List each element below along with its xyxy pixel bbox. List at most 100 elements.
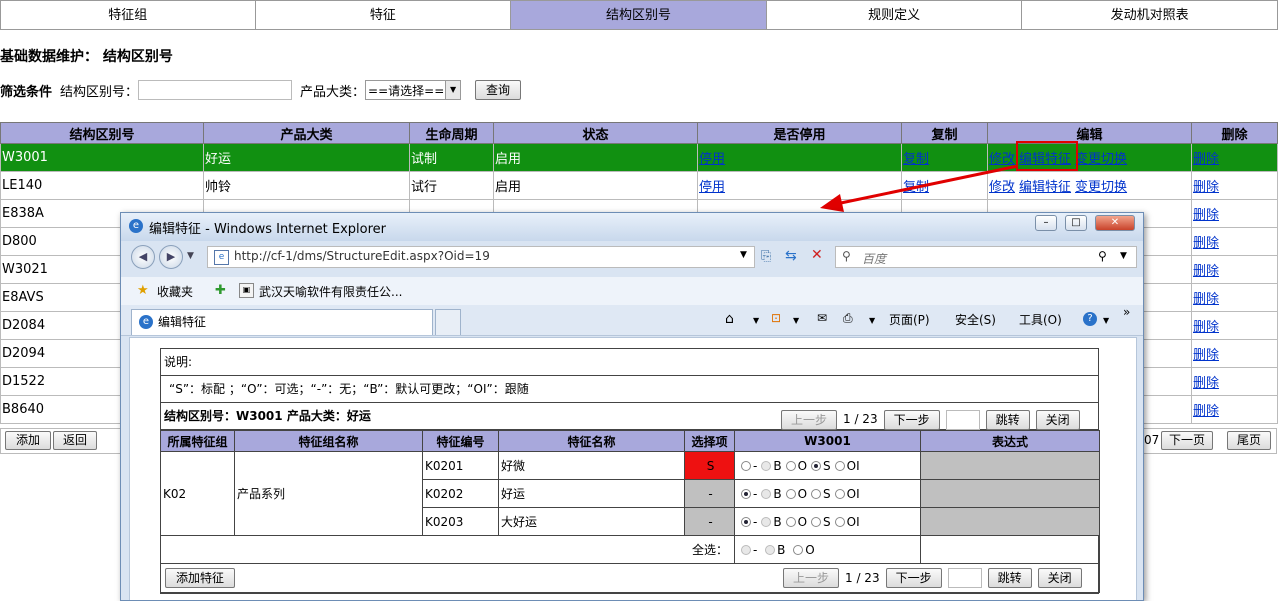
change-switch-link[interactable]: 变更切换: [1075, 180, 1127, 195]
product-category-select[interactable]: ==请选择== ▼: [365, 80, 462, 100]
radio-label: B: [773, 514, 782, 529]
feeds-dropdown-icon[interactable]: ▼: [793, 316, 799, 325]
disable-link[interactable]: 停用: [699, 180, 725, 195]
delete-link[interactable]: 删除: [1193, 404, 1219, 419]
table-row[interactable]: W3001 好运 试制 启用 停用 复制 修改 编辑特征 变更切换 删除: [0, 143, 1278, 172]
back-button[interactable]: 返回: [53, 431, 97, 450]
delete-link[interactable]: 删除: [1193, 320, 1219, 335]
jump-button[interactable]: 跳转: [987, 568, 1032, 588]
delete-link[interactable]: 删除: [1193, 292, 1219, 307]
radio-button[interactable]: [741, 460, 751, 471]
radio-button[interactable]: [741, 544, 751, 555]
address-bar[interactable]: e http://cf-1/dms/StructureEdit.aspx?Oid…: [207, 246, 755, 268]
tab-feature-group[interactable]: 特征组: [0, 0, 256, 30]
col-feature-code: 特征编号: [422, 430, 499, 452]
delete-link[interactable]: 删除: [1193, 236, 1219, 251]
tab-rule-definition[interactable]: 规则定义: [766, 0, 1023, 30]
radio-button[interactable]: [785, 488, 796, 499]
cell-code: W3001: [0, 143, 204, 172]
close-icon[interactable]: ✕: [1095, 215, 1135, 231]
close-button[interactable]: 关闭: [1037, 568, 1082, 588]
jump-page-input[interactable]: [945, 409, 980, 430]
home-dropdown-icon[interactable]: ▼: [753, 316, 759, 325]
prev-step-button[interactable]: 上一步: [783, 568, 839, 588]
expression-cell[interactable]: [920, 507, 1100, 536]
table-row[interactable]: LE140 帅铃 试行 启用 停用 复制 修改编辑特征变更切换 删除: [0, 171, 1278, 200]
structure-code-input[interactable]: [138, 80, 293, 100]
delete-link[interactable]: 删除: [1193, 180, 1219, 195]
radio-button[interactable]: [761, 488, 772, 499]
more-commands-icon[interactable]: »: [1123, 305, 1130, 319]
add-feature-button[interactable]: 添加特征: [165, 568, 235, 588]
radio-label: O: [797, 514, 808, 529]
col-feature-name: 特征名称: [498, 430, 685, 452]
jump-button[interactable]: 跳转: [985, 409, 1030, 430]
prev-step-button[interactable]: 上一步: [781, 409, 837, 430]
mail-icon[interactable]: ✉: [817, 311, 827, 325]
print-dropdown-icon[interactable]: ▼: [869, 316, 875, 325]
add-button[interactable]: 添加: [5, 431, 51, 450]
forward-icon[interactable]: ▶: [159, 245, 183, 269]
table-header: 结构区别号 产品大类 生命周期 状态 是否停用 复制 编辑 删除: [0, 122, 1278, 144]
home-icon[interactable]: ⌂: [725, 311, 734, 327]
radio-button[interactable]: [834, 460, 845, 471]
next-page-button[interactable]: 下一页: [1161, 431, 1213, 450]
radio-button[interactable]: [761, 460, 772, 471]
radio-button[interactable]: [811, 516, 822, 527]
jump-page-input[interactable]: [947, 568, 982, 588]
delete-link[interactable]: 删除: [1193, 376, 1219, 391]
tab-structure-code[interactable]: 结构区别号: [511, 0, 767, 30]
delete-link[interactable]: 删除: [1193, 208, 1219, 223]
radio-button[interactable]: [761, 516, 772, 527]
last-page-button[interactable]: 尾页: [1227, 431, 1271, 450]
radio-button[interactable]: [793, 544, 804, 555]
delete-link[interactable]: 删除: [1193, 264, 1219, 279]
radio-button[interactable]: [785, 460, 796, 471]
stop-icon[interactable]: ✕: [811, 247, 823, 263]
delete-link[interactable]: 删除: [1193, 348, 1219, 363]
help-dropdown-icon[interactable]: ▼: [1103, 316, 1109, 325]
favorite-link[interactable]: 武汉天喻软件有限责任公...: [259, 283, 402, 300]
feeds-icon[interactable]: ⊡: [771, 311, 781, 325]
radio-button[interactable]: [741, 488, 751, 499]
expression-cell[interactable]: [920, 479, 1100, 508]
compatibility-icon[interactable]: ⎘: [761, 249, 771, 264]
radio-button[interactable]: [765, 544, 776, 555]
radio-button[interactable]: [811, 460, 822, 471]
add-favorite-icon[interactable]: ✚: [215, 283, 226, 298]
search-box[interactable]: ⚲ 百度 ⚲ ▼: [835, 246, 1137, 268]
radio-button[interactable]: [741, 516, 751, 527]
address-dropdown-icon[interactable]: ▼: [740, 250, 747, 260]
change-switch-link[interactable]: 变更切换: [1075, 152, 1127, 167]
search-go-icon[interactable]: ⚲: [1098, 249, 1107, 263]
next-step-button[interactable]: 下一步: [883, 409, 940, 430]
page-menu[interactable]: 页面(P): [889, 311, 930, 328]
print-icon[interactable]: ⎙: [843, 311, 853, 326]
radio-button[interactable]: [834, 516, 845, 527]
tab-feature[interactable]: 特征: [255, 0, 512, 30]
radio-button[interactable]: [811, 488, 822, 499]
history-dropdown-icon[interactable]: ▼: [187, 251, 194, 261]
safety-menu[interactable]: 安全(S): [955, 311, 996, 328]
tools-menu[interactable]: 工具(O): [1019, 311, 1062, 328]
back-icon[interactable]: ◀: [131, 245, 155, 269]
favorites-label[interactable]: 收藏夹: [157, 283, 193, 300]
new-tab-button[interactable]: [435, 309, 461, 335]
browser-tab[interactable]: e 编辑特征: [131, 309, 433, 335]
radio-button[interactable]: [834, 488, 845, 499]
query-button[interactable]: 查询: [475, 80, 522, 100]
expression-cell[interactable]: [920, 451, 1100, 480]
col-disabled: 是否停用: [697, 122, 902, 144]
next-step-button[interactable]: 下一步: [885, 568, 942, 588]
delete-link[interactable]: 删除: [1193, 152, 1219, 167]
minimize-icon[interactable]: –: [1035, 215, 1057, 231]
search-dropdown-icon[interactable]: ▼: [1120, 251, 1127, 261]
disable-link[interactable]: 停用: [699, 152, 725, 167]
radio-button[interactable]: [785, 516, 796, 527]
close-button[interactable]: 关闭: [1035, 409, 1080, 430]
tab-engine-table[interactable]: 发动机对照表: [1022, 0, 1278, 30]
help-icon[interactable]: ?: [1083, 312, 1097, 326]
refresh-icon[interactable]: ⇆: [785, 248, 797, 264]
maximize-icon[interactable]: □: [1065, 215, 1087, 231]
feature-edit-panel: 说明: “S”：标配 ；“O”：可选；“-”：无；“B”：默认可更改；“OI”：…: [160, 348, 1100, 594]
